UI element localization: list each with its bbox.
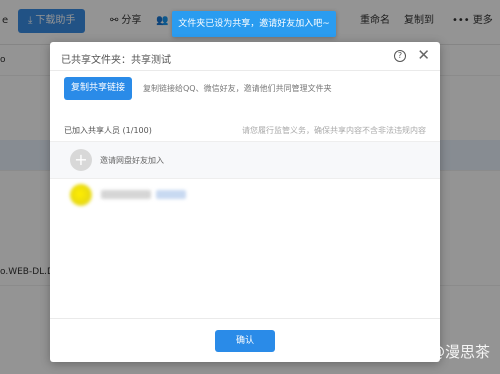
divider xyxy=(50,70,440,71)
toast-notification: 文件夹已设为共享，邀请好友加入吧~ xyxy=(172,11,336,37)
share-folder-dialog: 已共享文件夹：共享测试 ? ✕ 复制共享链接 复制链接给QQ、微信好友，邀请他们… xyxy=(50,42,440,362)
members-count-label: 已加入共享人员 (1/100) xyxy=(64,126,152,135)
plus-icon: + xyxy=(70,149,92,171)
copy-link-hint: 复制链接给QQ、微信好友，邀请他们共同管理文件夹 xyxy=(143,84,332,93)
members-header: 已加入共享人员 (1/100) 请您履行监管义务，确保共享内容不含非法违规内容 xyxy=(50,121,440,141)
member-role-badge-blurred xyxy=(156,190,186,199)
member-row xyxy=(50,178,440,212)
close-icon[interactable]: ✕ xyxy=(417,46,430,64)
member-name-blurred xyxy=(101,190,151,199)
copy-share-link-button[interactable]: 复制共享链接 xyxy=(64,77,132,100)
compliance-note: 请您履行监管义务，确保共享内容不含非法违规内容 xyxy=(242,126,426,135)
invite-friends-row[interactable]: + 邀请网盘好友加入 xyxy=(50,141,440,179)
dialog-footer: 确认 xyxy=(50,318,440,362)
invite-friends-label: 邀请网盘好友加入 xyxy=(100,156,164,165)
dialog-title: 已共享文件夹：共享测试 xyxy=(61,55,171,66)
watermark: 知乎 @漫思茶 xyxy=(395,343,490,361)
confirm-button[interactable]: 确认 xyxy=(215,330,275,352)
avatar xyxy=(70,184,92,206)
help-icon[interactable]: ? xyxy=(394,50,406,62)
